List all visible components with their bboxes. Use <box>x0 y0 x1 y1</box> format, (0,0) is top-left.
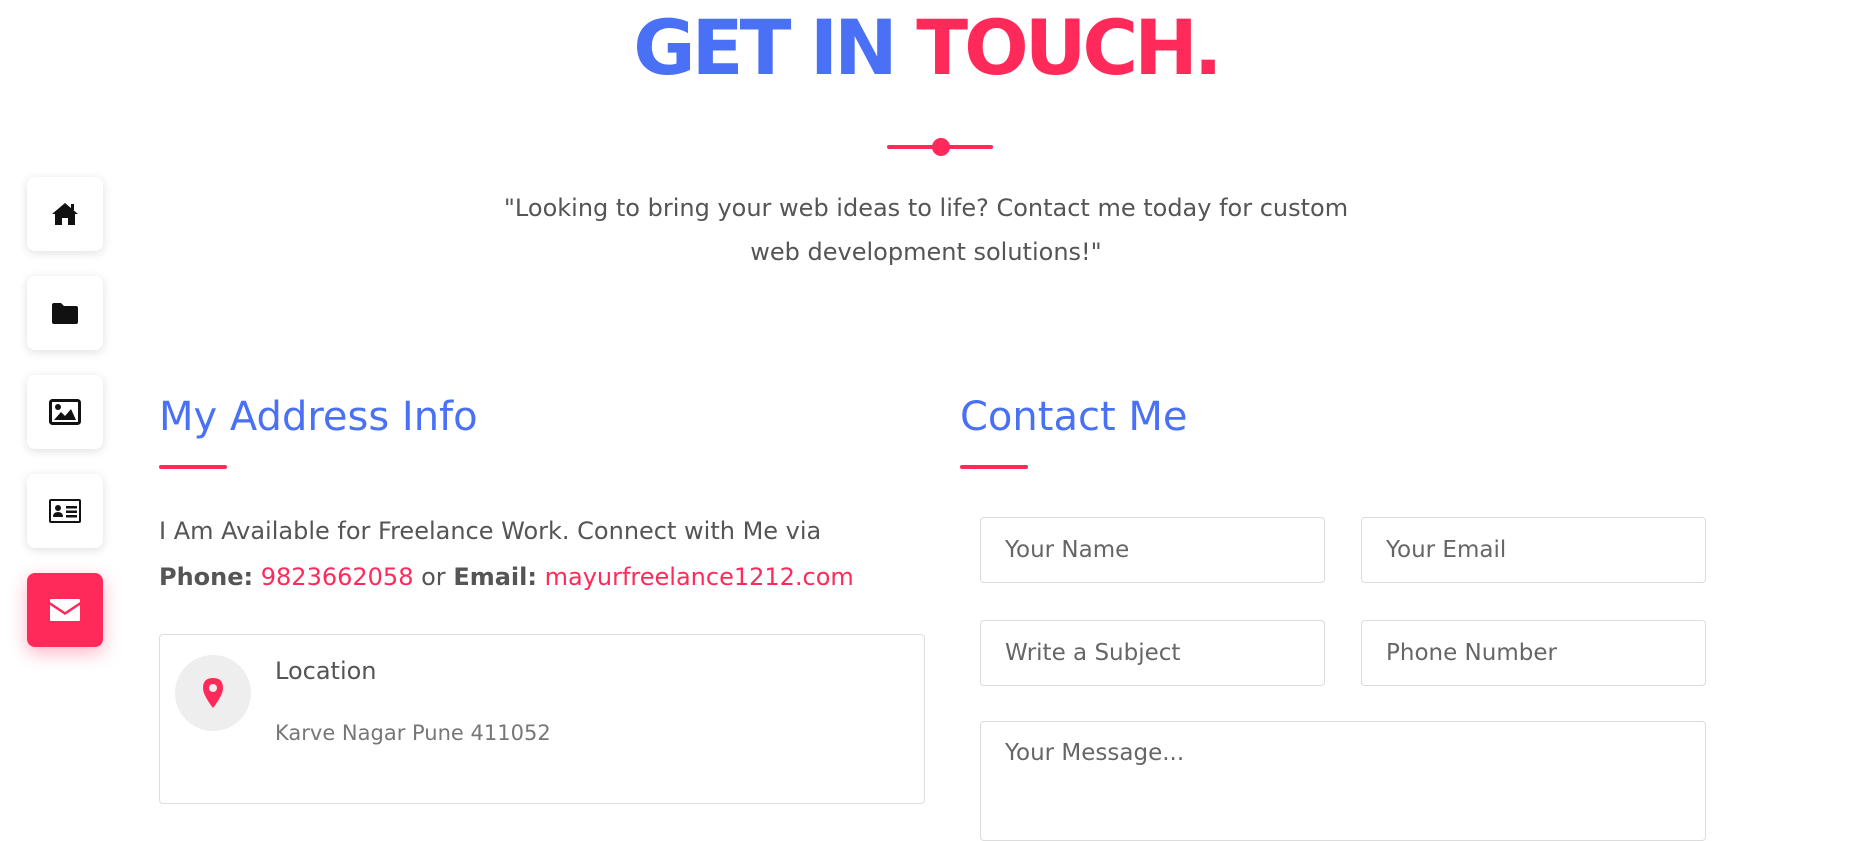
or-text: or <box>421 563 446 591</box>
contact-heading: Contact Me <box>960 394 1188 440</box>
id-card-icon <box>49 499 81 523</box>
location-card: Location Karve Nagar Pune 411052 <box>159 634 925 804</box>
phone-link[interactable]: 9823662058 <box>261 563 414 591</box>
location-icon-circle <box>175 655 251 731</box>
image-icon <box>49 399 81 425</box>
nav-contact-button[interactable] <box>27 573 103 647</box>
email-input[interactable] <box>1361 517 1706 583</box>
name-input[interactable] <box>980 517 1325 583</box>
title-divider <box>887 138 993 156</box>
phone-input[interactable] <box>1361 620 1706 686</box>
title-word-in: IN <box>809 3 898 92</box>
nav-about-button[interactable] <box>27 474 103 548</box>
nav-projects-button[interactable] <box>27 276 103 350</box>
page-subtitle: "Looking to bring your web ideas to life… <box>503 194 1349 266</box>
location-title: Location <box>275 657 377 685</box>
email-label: Email: <box>453 563 537 591</box>
intro-text: I Am Available for Freelance Work. Conne… <box>159 517 822 545</box>
email-link[interactable]: mayurfreelance1212.com <box>545 563 854 591</box>
nav-home-button[interactable] <box>27 177 103 251</box>
title-word-get: GET <box>633 3 791 92</box>
home-icon <box>52 203 78 225</box>
nav-gallery-button[interactable] <box>27 375 103 449</box>
address-heading: My Address Info <box>159 394 478 440</box>
page-title: GET IN TOUCH. <box>0 0 1852 96</box>
location-value: Karve Nagar Pune 411052 <box>275 721 551 745</box>
subject-input[interactable] <box>980 620 1325 686</box>
address-intro: I Am Available for Freelance Work. Conne… <box>159 508 939 600</box>
title-word-touch: TOUCH. <box>916 3 1222 92</box>
side-nav <box>27 177 103 672</box>
folder-icon <box>52 303 78 324</box>
phone-label: Phone: <box>159 563 254 591</box>
message-textarea[interactable] <box>980 721 1706 841</box>
contact-heading-underline <box>960 465 1028 469</box>
envelope-icon <box>50 599 80 621</box>
map-marker-icon <box>203 678 223 708</box>
address-heading-underline <box>159 465 227 469</box>
